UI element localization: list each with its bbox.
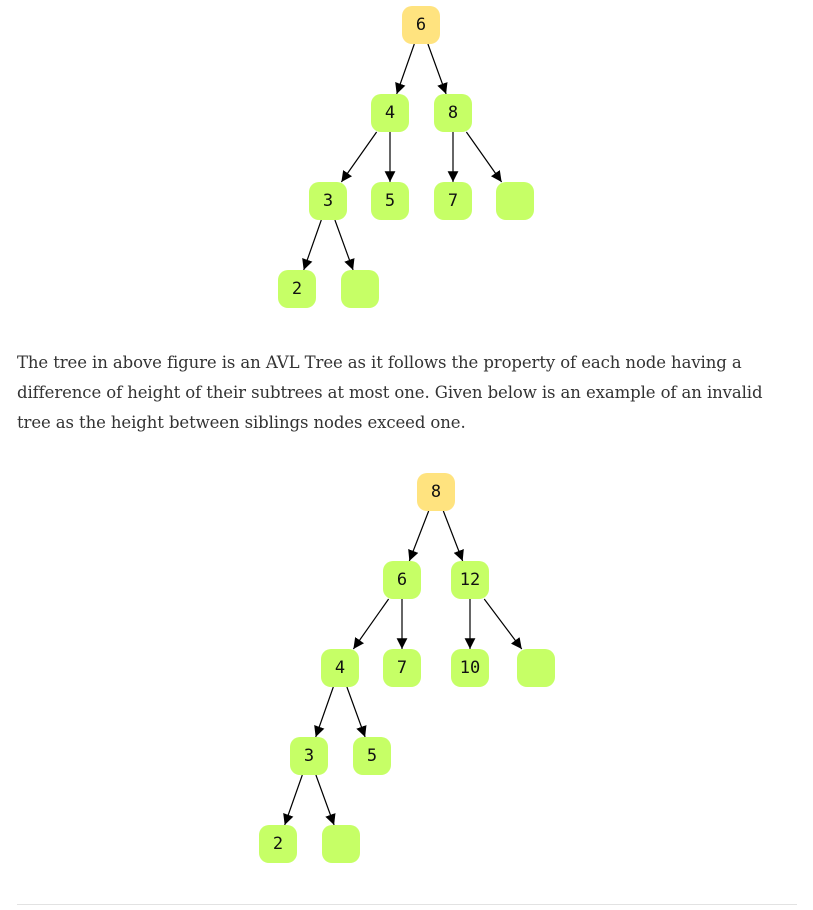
edge-m4-m5 xyxy=(346,686,367,738)
edge-m12-m12r xyxy=(483,598,523,650)
tree-node: 10 xyxy=(451,649,489,687)
divider xyxy=(17,904,797,905)
tree-node: 6 xyxy=(383,561,421,599)
tree-node: 12 xyxy=(451,561,489,599)
invalid-tree-diagram: 8 6 12 4 7 10 3 5 2 xyxy=(0,468,813,868)
edge-n6-n4 xyxy=(395,43,415,95)
avl-tree-diagram: 6 48 357 2 xyxy=(0,0,813,320)
tree-node: 3 xyxy=(309,182,347,220)
edge-m8-m12 xyxy=(442,510,464,562)
tree-node: 8 xyxy=(434,94,472,132)
root-node: 6 xyxy=(402,6,440,44)
edge-n4-n3 xyxy=(340,131,378,183)
tree-node: 4 xyxy=(321,649,359,687)
edge-m8-m6 xyxy=(408,510,430,562)
tree-node: 3 xyxy=(290,737,328,775)
edge-m3-m3r xyxy=(315,774,336,826)
edge-n3-n3r xyxy=(334,219,355,271)
tree-node: 5 xyxy=(353,737,391,775)
tree-node: 7 xyxy=(383,649,421,687)
tree-node: 2 xyxy=(278,270,316,308)
tree-node: 2 xyxy=(259,825,297,863)
edge-m3-m2 xyxy=(283,774,303,826)
tree-edges xyxy=(302,43,503,271)
tree-node: 4 xyxy=(371,94,409,132)
tree-node: 5 xyxy=(371,182,409,220)
edge-n8-n8r xyxy=(465,131,503,183)
edge-n6-n8 xyxy=(427,43,448,95)
empty-node xyxy=(322,825,360,863)
explanation-paragraph: The tree in above figure is an AVL Tree … xyxy=(17,353,763,432)
root-node: 8 xyxy=(417,473,455,511)
empty-node xyxy=(496,182,534,220)
tree-node: 7 xyxy=(434,182,472,220)
edge-n3-n2 xyxy=(302,219,322,271)
empty-node xyxy=(341,270,379,308)
edge-m4-m3 xyxy=(314,686,334,738)
edge-m6-m4 xyxy=(352,598,390,650)
empty-node xyxy=(517,649,555,687)
